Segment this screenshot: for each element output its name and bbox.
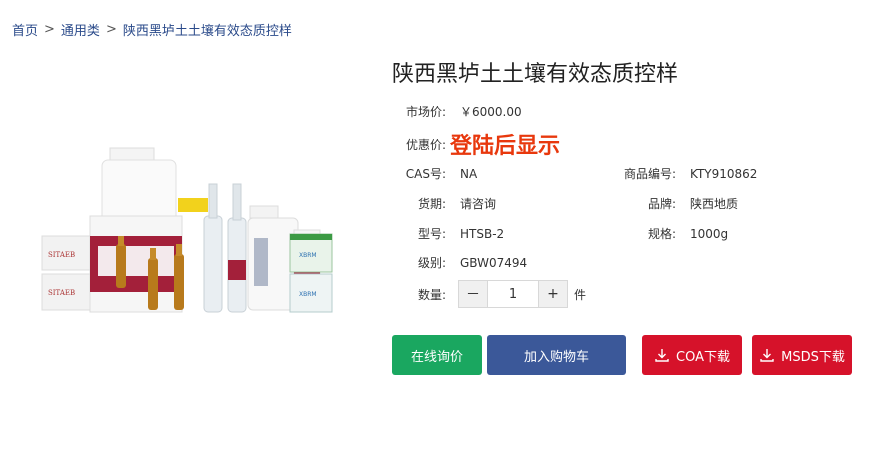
quantity-input[interactable] <box>487 281 539 307</box>
quantity-unit: 件 <box>574 287 587 302</box>
grade-row: 级别: GBW07494 <box>390 254 527 271</box>
grade-value: GBW07494 <box>460 255 528 270</box>
breadcrumb-category[interactable]: 通用类 <box>61 20 100 39</box>
delivery-row: 货期: 请咨询 <box>390 195 496 212</box>
add-to-cart-label: 加入购物车 <box>523 349 589 365</box>
cas-value: NA <box>460 166 478 181</box>
breadcrumb-separator: > <box>105 22 117 37</box>
grade-label: 级别: <box>417 256 446 270</box>
cas-row: CAS号: NA <box>390 165 477 182</box>
delivery-value: 请咨询 <box>460 197 497 211</box>
model-label: 型号: <box>417 227 446 241</box>
msds-download-button[interactable]: MSDS下载 <box>752 335 852 375</box>
spec-value: 1000g <box>690 226 729 241</box>
breadcrumb-home[interactable]: 首页 <box>12 20 38 39</box>
quantity-increase-button[interactable]: + <box>539 281 567 307</box>
breadcrumb-separator: > <box>44 22 55 37</box>
online-inquiry-label: 在线询价 <box>410 349 463 365</box>
online-inquiry-button[interactable]: 在线询价 <box>392 335 482 375</box>
promo-price-label: 优惠价: <box>405 137 446 152</box>
coa-download-label: COA下载 <box>676 349 730 365</box>
brand-box-label-bottom: XBRM <box>299 291 317 298</box>
quantity-decrease-button[interactable]: － <box>459 281 487 307</box>
coa-download-button[interactable]: COA下载 <box>642 335 742 375</box>
market-price-row: 市场价: ￥6000.00 <box>390 103 522 120</box>
model-row: 型号: HTSB-2 <box>390 225 504 242</box>
spec-label: 规格: <box>647 227 676 241</box>
add-to-cart-button[interactable]: 加入购物车 <box>487 335 626 375</box>
quantity-row: 数量: － + 件 <box>390 280 586 308</box>
breadcrumb-current[interactable]: 陕西黑垆土土壤有效态质控样 <box>123 20 292 39</box>
spec-row: 规格: 1000g <box>606 225 728 242</box>
quantity-label: 数量: <box>417 287 446 302</box>
product-code-row: 商品编号: KTY910862 <box>606 165 757 182</box>
promo-price-row: 优惠价: 登陆后显示 <box>390 128 560 160</box>
brand-value: 陕西地质 <box>690 197 739 211</box>
download-icon <box>760 349 774 362</box>
breadcrumb: 首页 > 通用类 > 陕西黑垆土土壤有效态质控样 <box>12 20 292 39</box>
quantity-stepper: － + <box>458 280 568 308</box>
brand-label-top: SITAEB <box>48 251 75 259</box>
product-title: 陕西黑垆土土壤有效态质控样 <box>392 62 679 87</box>
product-code-label: 商品编号: <box>623 167 676 181</box>
brand-label: 品牌: <box>647 197 676 211</box>
cas-label: CAS号: <box>405 167 446 181</box>
brand-label-bottom: SITAEB <box>48 289 75 297</box>
model-value: HTSB-2 <box>460 226 505 241</box>
download-icon <box>655 349 669 362</box>
brand-box-label-top: XBRM <box>299 252 317 259</box>
promo-price-value: 登陆后显示 <box>450 134 561 159</box>
delivery-label: 货期: <box>417 197 446 211</box>
market-price-value: ￥6000.00 <box>460 105 522 119</box>
msds-download-label: MSDS下载 <box>781 349 845 365</box>
product-image: SITAEB SITAEB XBRM XBRM <box>41 147 333 313</box>
brand-row: 品牌: 陕西地质 <box>606 195 738 212</box>
market-price-label: 市场价: <box>405 105 446 119</box>
product-code-value: KTY910862 <box>690 166 758 181</box>
